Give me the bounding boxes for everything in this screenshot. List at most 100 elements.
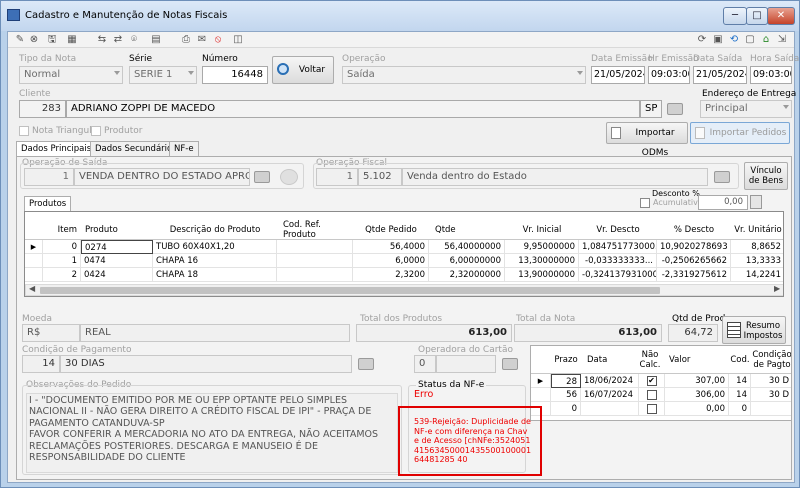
cell-cod[interactable]: 0 xyxy=(729,402,751,416)
operacao-fiscal-lookup-icon[interactable] xyxy=(714,171,730,183)
swap-icon[interactable]: ⇄ xyxy=(112,34,124,46)
cell-cod[interactable]: 14 xyxy=(729,374,751,388)
pagamento-lookup-icon[interactable] xyxy=(358,358,374,370)
operadora-code[interactable]: 0 xyxy=(414,355,436,373)
cell-cond[interactable]: 30 D xyxy=(751,388,791,402)
tab-produtos[interactable]: Produtos xyxy=(24,196,72,212)
operacao-saida-code[interactable]: 1 xyxy=(24,168,74,186)
cell-cond[interactable]: 30 D xyxy=(751,374,791,388)
window-icon[interactable]: ◫ xyxy=(232,34,244,46)
col-vr-unitario[interactable]: Vr. Unitário xyxy=(731,225,783,235)
col-pct-descto[interactable]: % Descto xyxy=(657,225,731,235)
cell-pct-descto[interactable]: -0,2506265662 xyxy=(657,254,731,268)
nao-calc-checkbox[interactable]: ✔ xyxy=(639,374,665,388)
cell-qtde-pedido[interactable]: 6,0000 xyxy=(353,254,429,268)
hr-emissao-field[interactable]: 09:03:00 xyxy=(648,66,690,84)
operacao-select[interactable]: Saída xyxy=(342,66,586,84)
col-data[interactable]: Data xyxy=(583,355,641,365)
minimize-button[interactable]: ─ xyxy=(723,7,747,25)
cell-vr-unitario[interactable]: 13,3333 xyxy=(731,254,783,268)
save-icon[interactable]: 🖫 xyxy=(46,34,58,46)
voltar-button[interactable]: Voltar xyxy=(272,56,334,84)
cell-data[interactable]: 16/07/2024 xyxy=(581,388,639,402)
operadora-name[interactable] xyxy=(436,355,496,373)
cell-vr-unitario[interactable]: 8,8652 xyxy=(731,240,783,254)
data-saida-field[interactable]: 21/05/2024 xyxy=(693,66,747,84)
operadora-lookup-icon[interactable] xyxy=(502,358,518,370)
reload-icon[interactable]: ⟲ xyxy=(728,34,740,46)
cliente-name-field[interactable]: ADRIANO ZOPPI DE MACEDO xyxy=(66,100,640,118)
cell-item[interactable]: 2 xyxy=(43,268,81,282)
col-vr-inicial[interactable]: Vr. Inicial xyxy=(505,225,579,235)
cell-prazo[interactable]: 0 xyxy=(551,402,581,416)
cell-produto[interactable]: 0274 xyxy=(81,240,153,254)
cell-vr-descto[interactable]: 1,084751773000... xyxy=(579,240,657,254)
col-qtde-pedido[interactable]: Qtde Pedido xyxy=(353,225,429,235)
cell-produto[interactable]: 0424 xyxy=(81,268,153,282)
operacao-fiscal-cfop[interactable]: 5.102 xyxy=(358,168,402,186)
data-emissao-field[interactable]: 21/05/2024 xyxy=(591,66,645,84)
cell-descricao[interactable]: TUBO 60X40X1,20 xyxy=(153,240,277,254)
cell-vr-descto[interactable]: -0,324137931000... xyxy=(579,268,657,282)
cell-prazo[interactable]: 28 xyxy=(551,374,581,388)
scroll-thumb[interactable] xyxy=(40,287,660,294)
cell-codref[interactable] xyxy=(277,254,353,268)
cell-valor[interactable]: 307,00 xyxy=(665,374,729,388)
col-descricao[interactable]: Descrição do Produto xyxy=(153,225,277,235)
refresh-icon[interactable]: ⟳ xyxy=(696,34,708,46)
nota-triangular-checkbox[interactable] xyxy=(19,126,29,136)
cell-data[interactable]: 18/06/2024 xyxy=(581,374,639,388)
cell-prazo[interactable]: 56 xyxy=(551,388,581,402)
tab-nfe[interactable]: NF-e xyxy=(169,141,199,156)
cell-data[interactable] xyxy=(581,402,639,416)
nao-calc-checkbox[interactable] xyxy=(639,402,665,416)
cell-pct-descto[interactable]: 10,9020278693 xyxy=(657,240,731,254)
cell-valor[interactable]: 306,00 xyxy=(665,388,729,402)
cell-item[interactable]: 1 xyxy=(43,254,81,268)
home-icon[interactable]: ⌂ xyxy=(760,34,772,46)
cell-vr-inicial[interactable]: 13,30000000 xyxy=(505,254,579,268)
tab-dados-principais[interactable]: Dados Principais xyxy=(16,141,97,157)
condicao-pagamento-desc[interactable]: 30 DIAS xyxy=(60,355,352,373)
tile-icon[interactable]: ▣ xyxy=(712,34,724,46)
scroll-left-icon[interactable]: ◀ xyxy=(29,284,35,293)
cliente-code-field[interactable]: 283 xyxy=(19,100,66,118)
cell-qtde[interactable]: 6,00000000 xyxy=(429,254,505,268)
table-row[interactable]: 0 0,00 0 xyxy=(531,402,791,416)
operacao-fiscal-code[interactable]: 1 xyxy=(316,168,358,186)
cell-descricao[interactable]: CHAPA 18 xyxy=(153,268,277,282)
tab-dados-secundarios[interactable]: Dados Secundários xyxy=(90,141,182,156)
operacao-saida-desc[interactable]: VENDA DENTRO DO ESTADO APRO xyxy=(74,168,250,186)
table-row[interactable]: ▶ 28 18/06/2024 ✔ 307,00 14 30 D xyxy=(531,374,791,388)
moeda-name-field[interactable]: REAL xyxy=(80,324,350,342)
operacao-fiscal-desc[interactable]: Venda dentro do Estado xyxy=(402,168,708,186)
cell-descricao[interactable]: CHAPA 16 xyxy=(153,254,277,268)
cancel-icon[interactable]: ⊗ xyxy=(28,34,40,46)
report-icon[interactable]: ▤ xyxy=(150,34,162,46)
col-item[interactable]: Item xyxy=(43,225,81,235)
operacao-saida-lookup-icon[interactable] xyxy=(254,171,270,183)
email-icon[interactable]: ✉ xyxy=(196,34,208,46)
cell-qtde[interactable]: 56,40000000 xyxy=(429,240,505,254)
clear-icon[interactable] xyxy=(280,169,298,185)
table-row[interactable]: ▶ 0 0274 TUBO 60X40X1,20 56,4000 56,40000000 9… xyxy=(25,240,783,254)
apply-discount-icon[interactable] xyxy=(750,195,762,209)
nao-calc-checkbox[interactable] xyxy=(639,388,665,402)
cliente-lookup-icon[interactable] xyxy=(667,103,683,115)
col-produto[interactable]: Produto xyxy=(81,225,153,235)
table-row[interactable]: 1 0474 CHAPA 16 6,0000 6,00000000 13,30000000… xyxy=(25,254,783,268)
cell-qtde-pedido[interactable]: 56,4000 xyxy=(353,240,429,254)
target-icon[interactable]: ⌾ xyxy=(128,34,140,46)
vinculo-bens-button[interactable]: Vínculo de Bens xyxy=(744,162,788,190)
frame-icon[interactable]: ▢ xyxy=(744,34,756,46)
cell-vr-inicial[interactable]: 13,90000000 xyxy=(505,268,579,282)
cell-item[interactable]: 0 xyxy=(43,240,81,254)
col-valor[interactable]: Valor xyxy=(665,355,729,365)
close-button[interactable]: ✕ xyxy=(767,7,795,25)
cell-vr-descto[interactable]: -0,033333333... xyxy=(579,254,657,268)
col-cod-ref[interactable]: Cod. Ref. Produto xyxy=(277,220,353,240)
maximize-button[interactable]: □ xyxy=(746,7,768,25)
cell-codref[interactable] xyxy=(277,240,353,254)
scroll-right-icon[interactable]: ▶ xyxy=(774,284,780,293)
block-icon[interactable]: ⦸ xyxy=(212,34,224,46)
